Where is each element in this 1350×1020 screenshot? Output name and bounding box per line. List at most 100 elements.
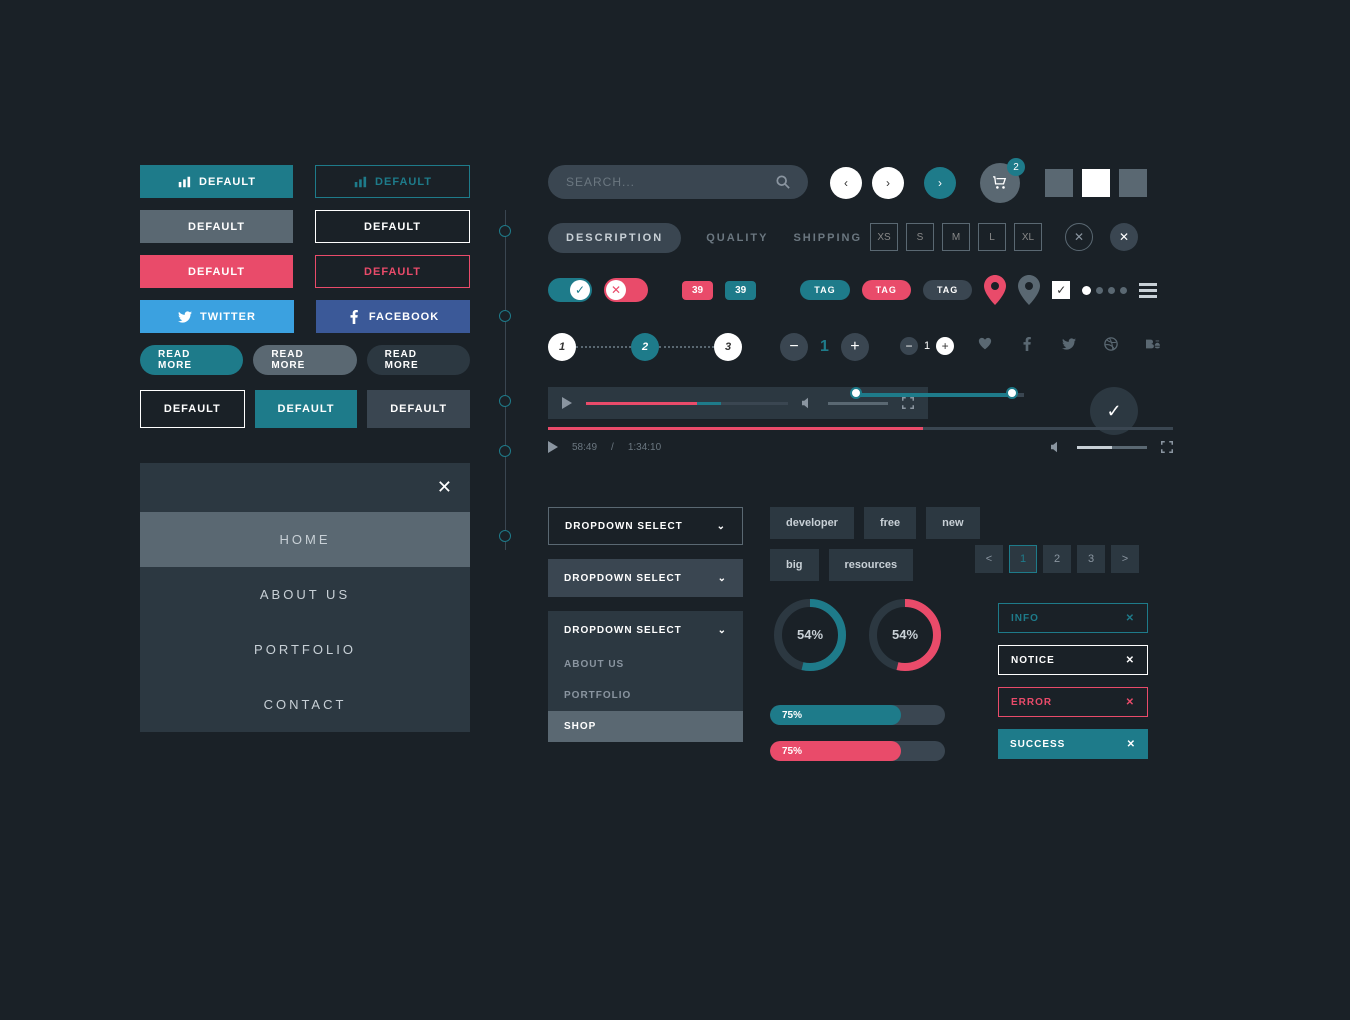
pagination: < 1 2 3 >: [975, 545, 1139, 573]
next-button[interactable]: ›: [872, 167, 904, 199]
readmore-pill-dark[interactable]: READ MORE: [367, 345, 470, 375]
behance-icon[interactable]: [1146, 337, 1160, 351]
default-button-gray[interactable]: DEFAULT: [140, 210, 293, 243]
nav-item-home[interactable]: HOME: [140, 512, 470, 567]
heart-icon[interactable]: [978, 337, 992, 351]
color-swatch-white[interactable]: [1082, 169, 1110, 197]
decrement-button[interactable]: −: [780, 333, 808, 361]
play-icon[interactable]: [562, 397, 572, 409]
volume-icon[interactable]: [802, 396, 814, 410]
size-xs[interactable]: XS: [870, 223, 898, 251]
tag-big[interactable]: big: [770, 549, 819, 581]
timeline-dot[interactable]: [499, 445, 511, 457]
volume-slider[interactable]: [828, 402, 888, 405]
volume-icon[interactable]: [1051, 440, 1063, 454]
map-pin-icon[interactable]: [984, 275, 1006, 305]
progress-bar[interactable]: [548, 427, 1173, 430]
default-button-pink-outline[interactable]: DEFAULT: [315, 255, 470, 288]
dropdown-item-about[interactable]: ABOUT US: [548, 649, 743, 680]
map-pin-icon-gray[interactable]: [1018, 275, 1040, 305]
tag-developer[interactable]: developer: [770, 507, 854, 539]
default-square-outline[interactable]: DEFAULT: [140, 390, 245, 428]
dot: [1108, 287, 1115, 294]
tab-description[interactable]: DESCRIPTION: [548, 223, 681, 253]
close-icon[interactable]: ✕: [140, 463, 470, 512]
color-swatch-gray[interactable]: [1045, 169, 1073, 197]
progress-bar[interactable]: [586, 402, 788, 405]
size-m[interactable]: M: [942, 223, 970, 251]
nav-item-contact[interactable]: CONTACT: [140, 677, 470, 732]
close-icon: ✕: [1074, 230, 1084, 244]
readmore-pill-gray[interactable]: READ MORE: [253, 345, 356, 375]
toggle-on[interactable]: ✓: [548, 278, 592, 302]
page-2[interactable]: 2: [1043, 545, 1071, 573]
tag-pink[interactable]: TAG: [862, 280, 911, 300]
carousel-dots[interactable]: [1082, 286, 1127, 295]
size-s[interactable]: S: [906, 223, 934, 251]
nav-item-about[interactable]: ABOUT US: [140, 567, 470, 622]
readmore-pill-teal[interactable]: READ MORE: [140, 345, 243, 375]
dribbble-icon[interactable]: [1104, 337, 1118, 351]
twitter-button[interactable]: TWITTER: [140, 300, 294, 333]
dropdown-item-portfolio[interactable]: PORTFOLIO: [548, 680, 743, 711]
step-1[interactable]: 1: [548, 333, 576, 361]
default-square-teal[interactable]: DEFAULT: [255, 390, 358, 428]
twitter-icon[interactable]: [1062, 337, 1076, 351]
page-prev[interactable]: <: [975, 545, 1003, 573]
close-button-filled[interactable]: ✕: [1110, 223, 1138, 251]
timeline-dot[interactable]: [499, 310, 511, 322]
facebook-icon[interactable]: [1020, 337, 1034, 351]
timeline-dot[interactable]: [499, 530, 511, 542]
range-slider[interactable]: [854, 393, 1024, 397]
tag-gray[interactable]: TAG: [923, 280, 972, 300]
dropdown-header[interactable]: DROPDOWN SELECT⌄: [548, 611, 743, 649]
close-icon[interactable]: ✕: [1127, 739, 1136, 750]
step-3[interactable]: 3: [714, 333, 742, 361]
dropdown-outline[interactable]: DROPDOWN SELECT⌄: [548, 507, 743, 545]
page-3[interactable]: 3: [1077, 545, 1105, 573]
dropdown-item-shop[interactable]: SHOP: [548, 711, 743, 742]
page-1[interactable]: 1: [1009, 545, 1037, 573]
hamburger-icon[interactable]: [1139, 283, 1157, 298]
checkbox[interactable]: ✓: [1052, 281, 1070, 299]
default-button-teal-outline[interactable]: DEFAULT: [315, 165, 470, 198]
volume-slider[interactable]: [1077, 446, 1147, 449]
close-icon[interactable]: ✕: [1126, 655, 1135, 666]
tag-teal[interactable]: TAG: [800, 280, 849, 300]
size-xl[interactable]: XL: [1014, 223, 1042, 251]
default-button-white-outline[interactable]: DEFAULT: [315, 210, 470, 243]
facebook-button[interactable]: FACEBOOK: [316, 300, 470, 333]
timeline-dot[interactable]: [499, 225, 511, 237]
close-icon[interactable]: ✕: [1126, 613, 1135, 624]
close-button-outline[interactable]: ✕: [1065, 223, 1093, 251]
mini-decrement[interactable]: −: [900, 337, 918, 355]
tag-resources[interactable]: resources: [829, 549, 914, 581]
tag-free[interactable]: free: [864, 507, 916, 539]
toggle-off[interactable]: ✕: [604, 278, 648, 302]
tag-new[interactable]: new: [926, 507, 979, 539]
tab-quality[interactable]: QUALITY: [706, 232, 768, 244]
color-swatch-gray2[interactable]: [1119, 169, 1147, 197]
mini-increment[interactable]: +: [936, 337, 954, 355]
increment-button[interactable]: +: [841, 333, 869, 361]
next-button-teal[interactable]: ›: [924, 167, 956, 199]
fullscreen-icon[interactable]: [1161, 440, 1173, 454]
default-button-teal[interactable]: DEFAULT: [140, 165, 293, 198]
cart-button[interactable]: 2: [980, 163, 1020, 203]
default-button-pink[interactable]: DEFAULT: [140, 255, 293, 288]
tab-shipping[interactable]: SHIPPING: [793, 232, 862, 244]
play-icon[interactable]: [548, 441, 558, 453]
step-2[interactable]: 2: [631, 333, 659, 361]
timeline-dot[interactable]: [499, 395, 511, 407]
prev-button[interactable]: ‹: [830, 167, 862, 199]
slider-handle-end[interactable]: [1006, 387, 1018, 399]
size-l[interactable]: L: [978, 223, 1006, 251]
page-next[interactable]: >: [1111, 545, 1139, 573]
search-input[interactable]: SEARCH...: [548, 165, 808, 199]
slider-handle-start[interactable]: [850, 387, 862, 399]
fullscreen-icon[interactable]: [902, 396, 914, 410]
nav-item-portfolio[interactable]: PORTFOLIO: [140, 622, 470, 677]
default-square-gray[interactable]: DEFAULT: [367, 390, 470, 428]
close-icon[interactable]: ✕: [1126, 697, 1135, 708]
dropdown-filled[interactable]: DROPDOWN SELECT⌄: [548, 559, 743, 597]
